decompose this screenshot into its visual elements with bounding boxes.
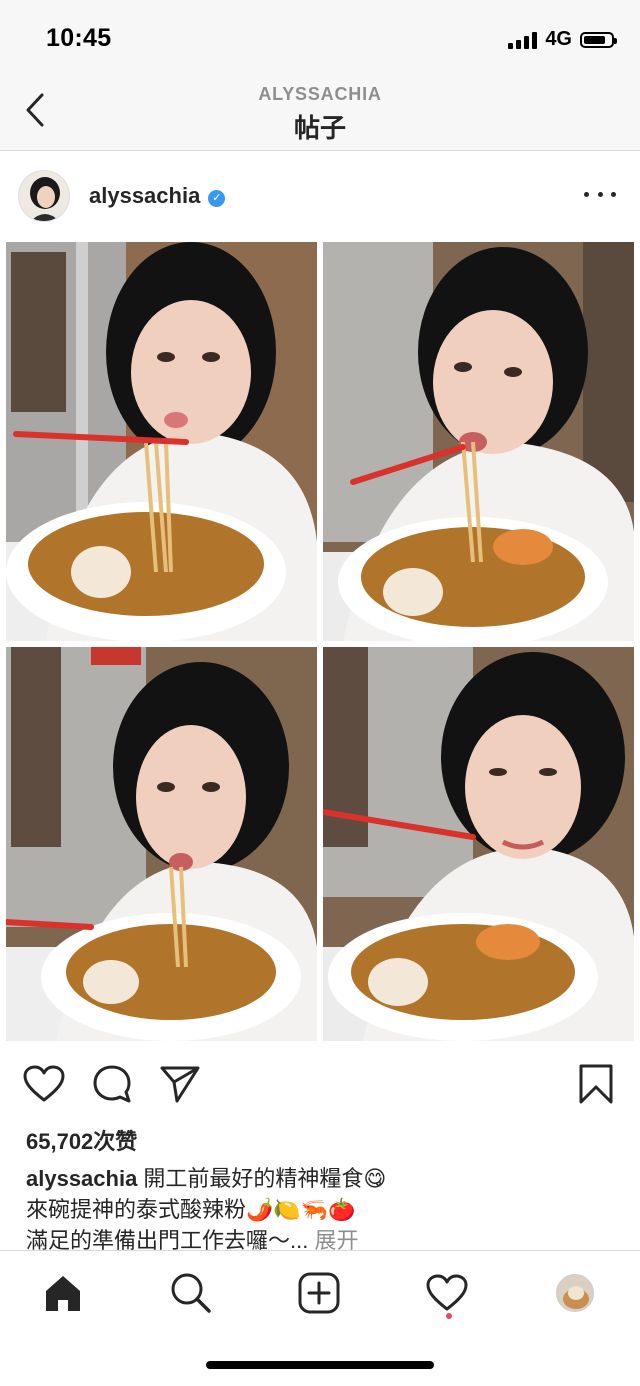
caption-text: 開工前最好的精神糧食😋 (137, 1166, 387, 1191)
verified-badge-icon: ✓ (208, 190, 226, 207)
comment-button[interactable] (90, 1062, 134, 1106)
heart-icon (23, 1065, 65, 1102)
notification-dot (446, 1313, 452, 1319)
avatar[interactable] (18, 170, 70, 222)
tab-profile[interactable] (547, 1265, 603, 1321)
signal-icon (508, 31, 538, 49)
share-button[interactable] (158, 1062, 202, 1106)
status-bar: 10:45 4G (0, 0, 640, 78)
post-header: alyssachia ✓ (0, 160, 640, 234)
battery-icon (580, 31, 617, 48)
new-post-icon (298, 1272, 340, 1314)
nav-header: ALYSSACHIA 帖子 (0, 78, 640, 150)
tab-search[interactable] (163, 1265, 219, 1321)
more-options-button[interactable] (584, 182, 616, 206)
like-button[interactable] (22, 1062, 66, 1106)
post-actions (0, 1056, 640, 1112)
home-indicator[interactable] (206, 1361, 434, 1369)
profile-avatar (556, 1274, 594, 1312)
nav-username: ALYSSACHIA (258, 84, 382, 104)
caption-line: alyssachia 開工前最好的精神糧食😋 (26, 1163, 616, 1194)
post-username-text: alyssachia (89, 183, 201, 208)
likes-count[interactable]: 65,702次赞 (26, 1124, 137, 1156)
home-icon (46, 1276, 80, 1311)
save-button[interactable] (574, 1062, 618, 1106)
page-title: 帖子 (293, 113, 346, 143)
photo-tile (323, 242, 634, 641)
top-area: 10:45 4G ALYSSACHIA 帖子 (0, 0, 640, 151)
photo-tile (6, 647, 317, 1041)
avatar-image (19, 171, 69, 221)
caption-username[interactable]: alyssachia (26, 1166, 137, 1191)
paper-plane-icon (160, 1066, 200, 1103)
bookmark-icon (579, 1064, 613, 1104)
comment-bubble-icon (93, 1065, 131, 1103)
status-indicators: 4G (508, 28, 617, 51)
post-caption: alyssachia 開工前最好的精神糧食😋 來碗提神的泰式酸辣粉🌶️🍋🦐🍅 滿… (26, 1163, 616, 1256)
network-label: 4G (545, 28, 572, 50)
tab-new-post[interactable] (291, 1265, 347, 1321)
post-username[interactable]: alyssachia ✓ (89, 183, 226, 209)
tab-home[interactable] (35, 1265, 91, 1321)
photo-tile (323, 647, 634, 1041)
status-time: 10:45 (46, 24, 112, 52)
heart-icon (426, 1274, 468, 1311)
more-options-icon (584, 191, 589, 197)
post-photo[interactable] (0, 240, 640, 1044)
photo-tile (6, 242, 317, 641)
caption-line: 來碗提神的泰式酸辣粉🌶️🍋🦐🍅 (26, 1197, 356, 1222)
search-icon (171, 1273, 211, 1313)
